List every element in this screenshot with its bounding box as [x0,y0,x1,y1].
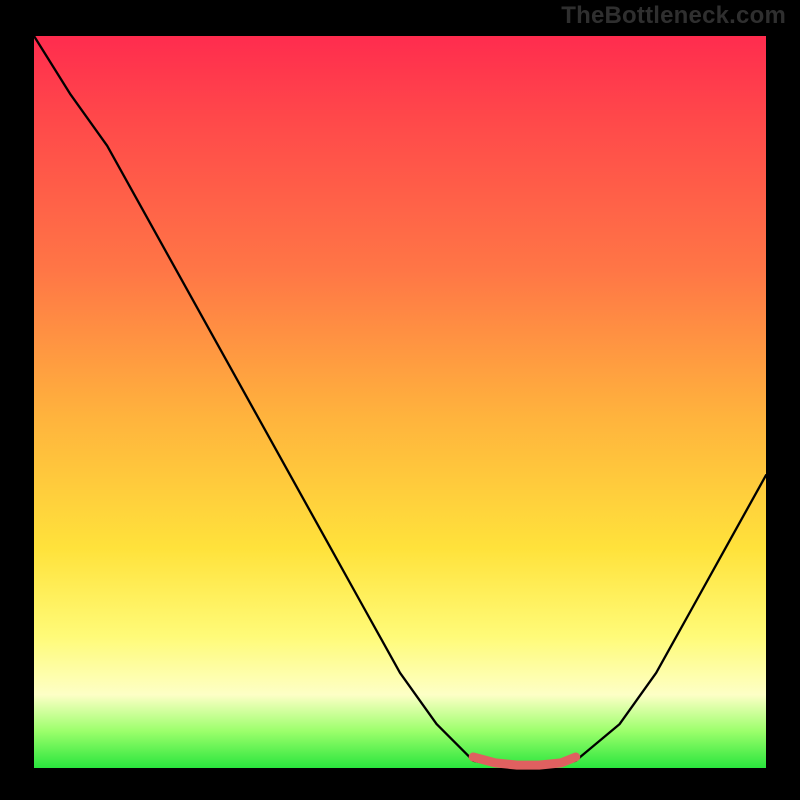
chart-frame: TheBottleneck.com [0,0,800,800]
chart-svg [34,36,766,768]
bottleneck-curve [34,36,766,768]
attribution-label: TheBottleneck.com [561,2,786,30]
plot-area [34,36,766,768]
flat-zone-marker [473,757,576,765]
